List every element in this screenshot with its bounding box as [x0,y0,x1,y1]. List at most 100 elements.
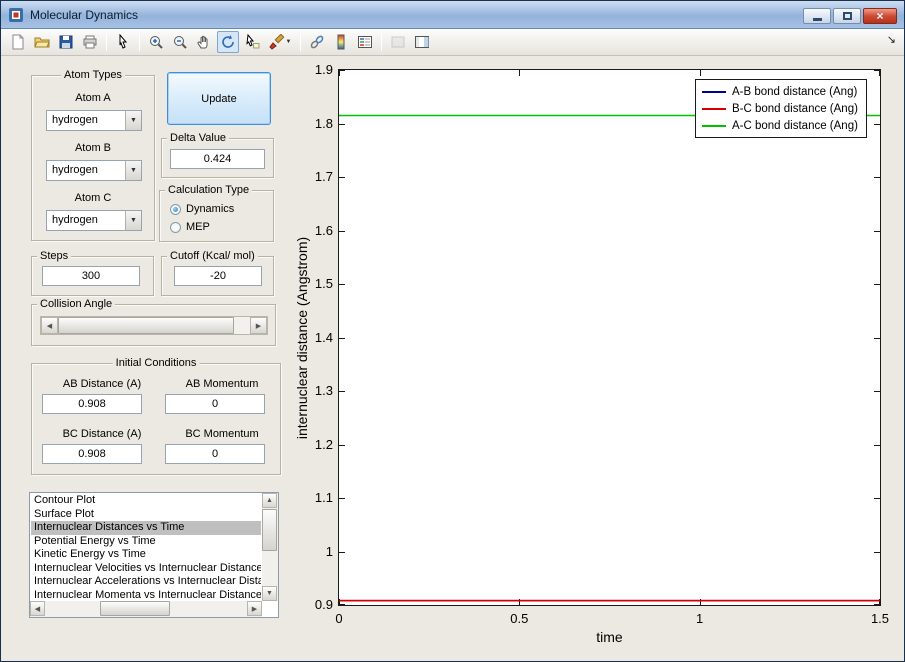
slider-right-arrow-icon[interactable]: ▶ [250,317,267,334]
scroll-right-arrow-icon[interactable]: ▶ [247,601,262,616]
zoom-in-button[interactable] [145,31,167,53]
atom-c-combobox[interactable]: hydrogen ▼ [46,210,142,231]
colorbar-icon [337,34,345,50]
print-icon [83,35,97,49]
zoom-out-icon [174,36,187,49]
toolbar-separator [300,33,301,51]
legend-entry: A-C bond distance (Ang) [702,117,860,134]
cutoff-field[interactable]: -20 [174,266,262,286]
dock-figure-arrow-icon[interactable]: ↘ [887,35,896,46]
list-item[interactable]: Internuclear Velocities vs Internuclear … [31,562,261,576]
bc-distance-field[interactable]: 0.908 [42,444,142,464]
pan-hand-icon [197,35,208,49]
list-item[interactable]: Kinetic Energy vs Time [31,548,261,562]
link-plot-button[interactable] [306,31,328,53]
brush-dropdown-arrow-icon[interactable]: ▼ [286,39,292,45]
legend-entry: A-B bond distance (Ang) [702,83,860,100]
calculation-type-title: Calculation Type [165,184,253,196]
atom-c-dropdown-arrow-icon[interactable]: ▼ [125,211,141,230]
insert-legend-button[interactable] [354,31,376,53]
vertical-scroll-thumb[interactable] [262,509,277,551]
hide-plot-tools-button [387,31,409,53]
pointer-tool-button[interactable] [112,31,134,53]
maximize-button[interactable] [833,8,861,24]
show-plot-tools-button[interactable] [411,31,433,53]
scroll-up-arrow-icon[interactable]: ▲ [262,493,277,508]
ab-distance-field[interactable]: 0.908 [42,394,142,414]
horizontal-scroll-thumb[interactable] [100,601,170,616]
horizontal-scrollbar[interactable]: ◀ ▶ [30,601,262,617]
save-button[interactable] [55,31,77,53]
atom-a-combobox[interactable]: hydrogen ▼ [46,110,142,131]
mep-radio-button[interactable] [170,221,181,233]
atom-c-value: hydrogen [52,214,98,226]
list-item[interactable]: Surface Plot [31,508,261,522]
list-item[interactable]: Potential Energy vs Time [31,535,261,549]
atom-a-value: hydrogen [52,114,98,126]
slider-thumb[interactable] [58,317,234,334]
dynamics-radio-button[interactable] [170,203,181,215]
title-bar[interactable]: Molecular Dynamics × [1,1,904,29]
y-tick-label: 1.9 [314,62,333,77]
steps-title: Steps [37,250,72,262]
collision-angle-slider[interactable]: ◀ ▶ [40,316,268,335]
atom-a-dropdown-arrow-icon[interactable]: ▼ [125,111,141,130]
pan-button[interactable] [193,31,215,53]
toolbar-separator [106,33,107,51]
minimize-button[interactable] [803,8,831,24]
plot-series-layer [339,114,880,602]
open-file-button[interactable] [31,31,53,53]
zoom-in-icon [150,36,163,49]
list-item[interactable]: Internuclear Accelerations vs Internucle… [31,575,261,589]
ab-momentum-field[interactable]: 0 [165,394,265,414]
ab-momentum-label: AB Momentum [185,378,259,390]
legend-line-sample [702,90,726,93]
dynamics-radio-label: Dynamics [186,203,235,215]
list-item[interactable]: Internuclear Momenta vs Internuclear Dis… [31,589,261,601]
list-item[interactable]: Contour Plot [31,494,261,508]
open-folder-icon [34,37,50,48]
pointer-icon [119,34,128,49]
collision-angle-title: Collision Angle [37,298,116,310]
y-tick-label: 1.3 [314,383,333,398]
legend-label: A-B bond distance (Ang) [732,85,858,98]
plot-legend[interactable]: A-B bond distance (Ang) B-C bond distance… [695,79,867,138]
print-button[interactable] [79,31,101,53]
atom-b-combobox[interactable]: hydrogen ▼ [46,160,142,181]
slider-left-arrow-icon[interactable]: ◀ [41,317,58,334]
mep-radio-label: MEP [186,221,210,233]
scroll-left-arrow-icon[interactable]: ◀ [30,601,45,616]
legend-line-sample [702,124,726,127]
cutoff-groupbox: Cutoff (Kcal/ mol) -20 [161,250,274,296]
delta-value-field[interactable]: 0.424 [170,149,265,169]
close-button[interactable]: × [863,8,897,24]
y-tick-label: 1 [325,543,333,559]
mep-radio-row[interactable]: MEP [170,220,210,234]
minimize-icon [812,18,822,21]
steps-field[interactable]: 300 [42,266,140,286]
atom-b-dropdown-arrow-icon[interactable]: ▼ [125,161,141,180]
bc-momentum-field[interactable]: 0 [165,444,265,464]
zoom-out-button[interactable] [169,31,191,53]
save-icon [59,35,73,49]
update-button[interactable]: Update [167,72,271,125]
plot-type-listbox[interactable]: Contour Plot Surface Plot Internuclear D… [29,492,279,618]
data-cursor-button[interactable] [241,31,263,53]
bc-distance-label: BC Distance (A) [62,428,142,440]
brush-button[interactable]: ▼ [265,31,295,53]
legend-entry: B-C bond distance (Ang) [702,100,860,117]
calculation-type-groupbox: Calculation Type Dynamics MEP [159,184,274,242]
scroll-down-arrow-icon[interactable]: ▼ [262,586,277,601]
y-tick-label: 1.8 [314,115,333,131]
initial-conditions-title: Initial Conditions [112,357,200,369]
dynamics-radio-row[interactable]: Dynamics [170,202,234,216]
delta-value-groupbox: Delta Value 0.424 [161,132,274,178]
list-item-selected[interactable]: Internuclear Distances vs Time [31,521,261,535]
x-tick-label: 0.5 [510,611,529,626]
legend-line-sample [702,107,726,110]
vertical-scrollbar[interactable]: ▲ ▼ [262,493,278,601]
rotate-3d-button[interactable] [217,31,239,53]
insert-colorbar-button[interactable] [330,31,352,53]
plot-axes[interactable]: internuclear distance (Angstrom) time A-… [294,62,889,645]
new-file-button[interactable] [7,31,29,53]
